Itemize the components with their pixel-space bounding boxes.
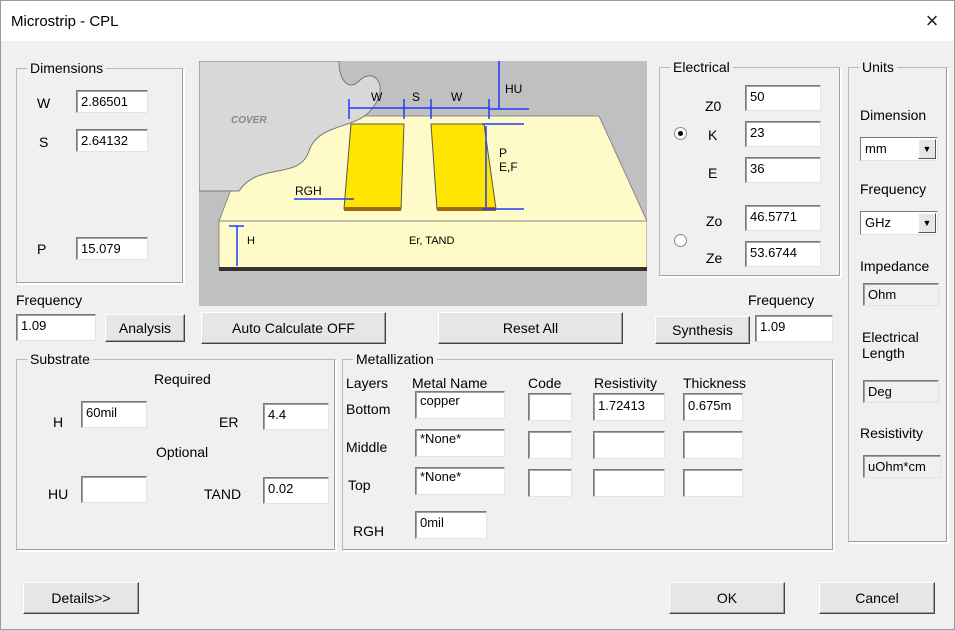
substrate-h-label: H (53, 414, 64, 430)
strip-left (343, 123, 405, 210)
auto-calculate-button[interactable]: Auto Calculate OFF (201, 312, 386, 344)
cross-section-drawing: COVER W S W HU P E,F RGH H Er, TAND (198, 60, 648, 271)
middle-resistivity-field[interactable] (593, 431, 665, 459)
dimension-unit-label: Dimension (860, 107, 927, 123)
w1-dim-label: W (371, 90, 383, 104)
z0-label: Z0 (705, 98, 722, 114)
zo-label: Zo (706, 213, 723, 229)
title-bar: Microstrip - CPL × (1, 1, 954, 41)
zo-ze-radio[interactable] (674, 234, 687, 247)
close-icon[interactable]: × (918, 7, 946, 35)
k-label: K (708, 127, 718, 143)
impedance-unit-field: Ohm (863, 283, 939, 306)
ground-plane (219, 267, 647, 271)
dimensions-title: Dimensions (27, 60, 107, 76)
h-dim-label: H (247, 235, 255, 247)
analysis-frequency-field[interactable]: 1.09 (16, 314, 96, 341)
electrical-length-unit-label: Electrical Length (862, 329, 919, 361)
metallization-title: Metallization (353, 351, 437, 367)
er-tand-dim-label: Er, TAND (409, 235, 454, 247)
synthesis-frequency-label: Frequency (748, 292, 815, 308)
details-button[interactable]: Details>> (23, 582, 139, 614)
resistivity-unit-field: uOhm*cm (863, 455, 941, 478)
code-header: Code (528, 375, 562, 391)
rgh-dim-label: RGH (295, 184, 322, 198)
ze-field[interactable]: 53.6744 (745, 241, 821, 267)
s-label: S (39, 134, 49, 150)
middle-metal-field[interactable]: *None* (415, 429, 505, 457)
frequency-unit-label: Frequency (860, 181, 927, 197)
e-field[interactable]: 36 (745, 157, 821, 183)
electrical-length-unit-field: Deg (863, 380, 939, 403)
hu-dim-label: HU (505, 82, 522, 96)
resistivity-unit-label: Resistivity (860, 425, 924, 441)
bottom-code-field[interactable] (528, 393, 572, 421)
electrical-title: Electrical (670, 59, 733, 75)
dialog-window: Microstrip - CPL × Dimensions W 2.86501 … (0, 0, 955, 630)
k-field[interactable]: 23 (745, 121, 821, 147)
p-label: P (37, 241, 47, 257)
tand-label: TAND (204, 486, 242, 502)
e-label: E (708, 165, 718, 181)
impedance-unit-label: Impedance (860, 258, 930, 274)
metal-rgh-label: RGH (353, 523, 385, 539)
bottom-metal-field[interactable]: copper (415, 391, 505, 419)
er-field[interactable]: 4.4 (263, 403, 329, 430)
synthesis-button[interactable]: Synthesis (655, 316, 750, 344)
s-dim-label: S (412, 90, 420, 104)
dimension-unit-value: mm (865, 141, 887, 156)
ef-dim-label: E,F (499, 160, 518, 174)
coupled-line-diagram: COVER W S W HU P E,F RGH H Er, TAND (198, 60, 648, 306)
frequency-unit-select[interactable]: GHz ▼ (860, 211, 938, 235)
bottom-thickness-field[interactable]: 0.675m (683, 393, 743, 421)
units-title: Units (859, 59, 897, 75)
substrate-hu-label: HU (48, 486, 69, 502)
w-label: W (37, 95, 51, 111)
zo-field[interactable]: 46.5771 (745, 205, 821, 231)
substrate-hu-field[interactable] (81, 476, 147, 503)
analysis-button[interactable]: Analysis (105, 314, 185, 342)
bottom-resistivity-field[interactable]: 1.72413 (593, 393, 665, 421)
ok-button[interactable]: OK (669, 582, 785, 614)
ze-label: Ze (706, 250, 723, 266)
substrate-title: Substrate (27, 351, 93, 367)
dimension-unit-select[interactable]: mm ▼ (860, 137, 938, 161)
er-label: ER (219, 414, 239, 430)
middle-layer-label: Middle (346, 439, 388, 455)
top-layer-label: Top (348, 477, 371, 493)
optional-label: Optional (156, 444, 209, 460)
chevron-down-icon[interactable]: ▼ (918, 213, 936, 233)
middle-thickness-field[interactable] (683, 431, 743, 459)
k-e-radio[interactable] (674, 127, 687, 140)
metal-rgh-field[interactable]: 0mil (415, 511, 487, 539)
cover-label: COVER (231, 115, 267, 126)
reset-all-button[interactable]: Reset All (438, 312, 623, 344)
window-title: Microstrip - CPL (11, 13, 119, 30)
layers-header: Layers (346, 375, 389, 391)
substrate-h-field[interactable]: 60mil (81, 401, 147, 428)
top-metal-field[interactable]: *None* (415, 467, 505, 495)
top-code-field[interactable] (528, 469, 572, 497)
bottom-layer-label: Bottom (346, 401, 391, 417)
frequency-unit-value: GHz (865, 215, 891, 230)
w2-dim-label: W (451, 90, 463, 104)
top-resistivity-field[interactable] (593, 469, 665, 497)
chevron-down-icon[interactable]: ▼ (918, 139, 936, 159)
cancel-button[interactable]: Cancel (819, 582, 935, 614)
thickness-header: Thickness (683, 375, 747, 391)
w-field[interactable]: 2.86501 (76, 90, 148, 113)
s-field[interactable]: 2.64132 (76, 129, 148, 152)
resistivity-header: Resistivity (594, 375, 658, 391)
required-label: Required (154, 371, 211, 387)
synthesis-frequency-field[interactable]: 1.09 (755, 315, 833, 342)
metal-name-header: Metal Name (412, 375, 488, 391)
z0-field[interactable]: 50 (745, 85, 821, 111)
p-dim-label: P (499, 146, 507, 160)
p-field[interactable]: 15.079 (76, 237, 148, 260)
top-thickness-field[interactable] (683, 469, 743, 497)
tand-field[interactable]: 0.02 (263, 477, 329, 504)
analysis-frequency-label: Frequency (16, 292, 83, 308)
middle-code-field[interactable] (528, 431, 572, 459)
